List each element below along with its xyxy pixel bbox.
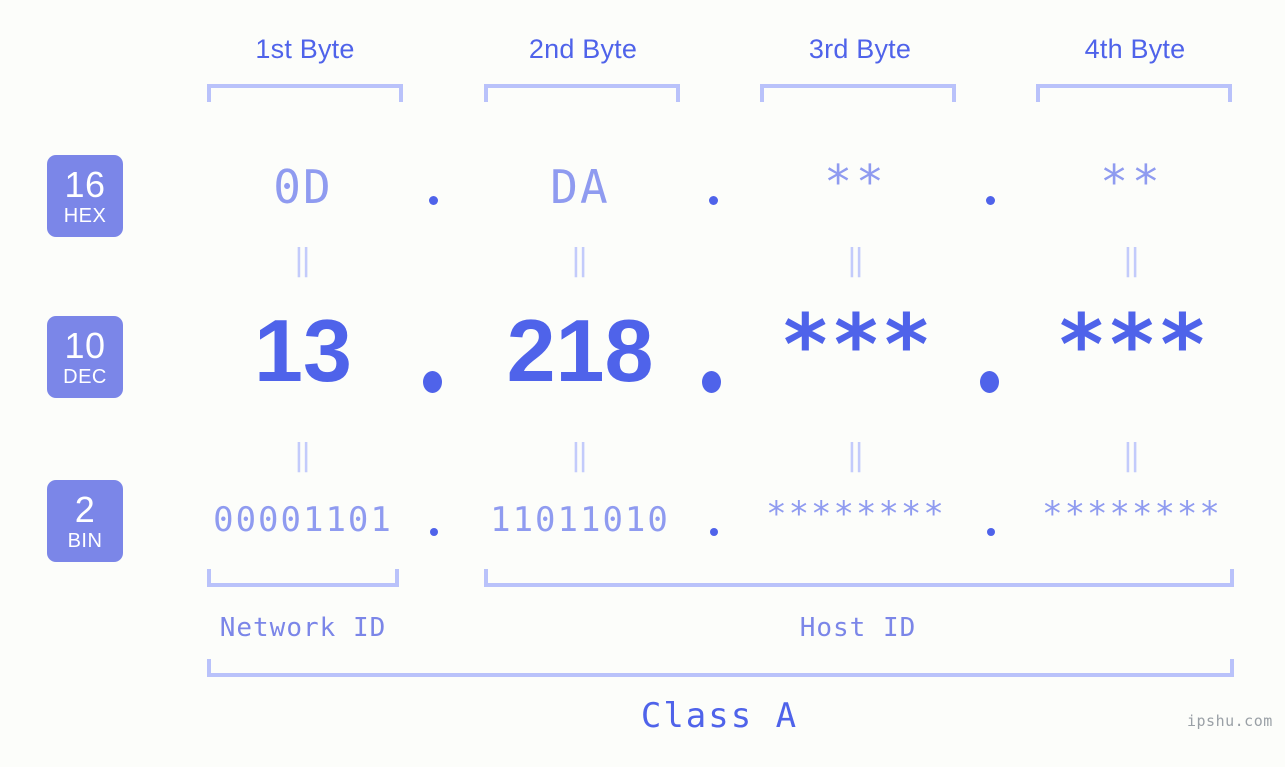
bin-dot-1 [430, 528, 438, 536]
byte-header-3: 3rd Byte [808, 34, 912, 64]
byte-header-4: 4th Byte [1084, 34, 1186, 64]
network-id-label: Network ID [219, 613, 387, 643]
class-label: Class A [640, 696, 799, 736]
hex-dot-3 [986, 196, 995, 205]
badge-hex-label: HEX [63, 204, 107, 227]
bin-byte-3: ******** [766, 494, 946, 534]
equals-connector-hex-dec-3: ‖ [846, 243, 866, 278]
equals-connector-hex-dec-4: ‖ [1122, 243, 1142, 278]
hex-byte-1: 0D [273, 160, 333, 214]
host-id-label: Host ID [799, 613, 917, 643]
equals-connector-hex-dec-1: ‖ [293, 243, 313, 278]
watermark: ipshu.com [1187, 712, 1273, 730]
badge-bin-label: BIN [67, 529, 103, 552]
host-id-bracket [484, 569, 1234, 587]
hex-byte-3: ** [824, 155, 888, 209]
byte-bracket-4 [1036, 84, 1232, 102]
equals-connector-dec-bin-2: ‖ [570, 438, 590, 473]
badge-bin-number: 2 [74, 488, 96, 530]
byte-bracket-2 [484, 84, 680, 102]
byte-header-1: 1st Byte [255, 34, 355, 64]
badge-bin: 2 BIN [47, 480, 123, 562]
byte-header-2: 2nd Byte [528, 34, 638, 64]
dec-byte-4: *** [1056, 296, 1208, 394]
bin-byte-4: ******** [1042, 494, 1222, 534]
equals-connector-hex-dec-2: ‖ [570, 243, 590, 278]
byte-bracket-3 [760, 84, 956, 102]
bin-byte-2: 11011010 [490, 500, 670, 540]
dec-dot-2 [702, 371, 721, 393]
hex-byte-2: DA [550, 160, 610, 214]
equals-connector-dec-bin-1: ‖ [293, 438, 313, 473]
network-id-bracket [207, 569, 399, 587]
equals-connector-dec-bin-3: ‖ [846, 438, 866, 473]
badge-dec-number: 10 [64, 324, 106, 366]
byte-bracket-1 [207, 84, 403, 102]
hex-byte-4: ** [1100, 155, 1164, 209]
badge-dec-label: DEC [63, 365, 107, 388]
dec-byte-2: 218 [506, 301, 654, 400]
bin-dot-2 [710, 528, 718, 536]
hex-dot-1 [429, 196, 438, 205]
dec-byte-3: *** [780, 296, 932, 394]
badge-dec: 10 DEC [47, 316, 123, 398]
class-bracket [207, 659, 1234, 677]
dec-dot-3 [980, 371, 999, 393]
hex-dot-2 [709, 196, 718, 205]
bin-dot-3 [987, 528, 995, 536]
dec-byte-1: 13 [254, 301, 352, 400]
ip-address-breakdown-diagram: 1st Byte 2nd Byte 3rd Byte 4th Byte 16 H… [0, 0, 1285, 767]
equals-connector-dec-bin-4: ‖ [1122, 438, 1142, 473]
bin-byte-1: 00001101 [213, 500, 393, 540]
dec-dot-1 [423, 371, 442, 393]
badge-hex-number: 16 [64, 163, 106, 205]
badge-hex: 16 HEX [47, 155, 123, 237]
